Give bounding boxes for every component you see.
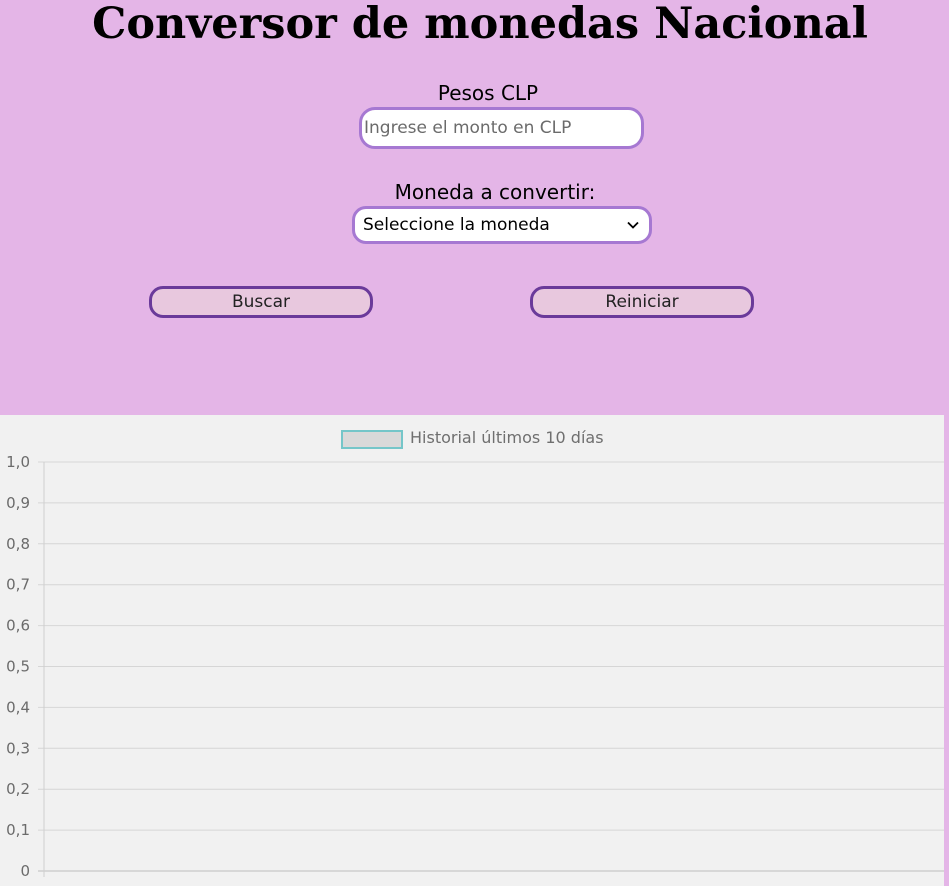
amount-input[interactable] xyxy=(359,107,644,149)
currency-select-value: Seleccione la moneda xyxy=(363,215,550,235)
reset-button[interactable]: Reiniciar xyxy=(530,286,754,318)
y-tick-label: 0,6 xyxy=(6,617,30,635)
search-button-label: Buscar xyxy=(231,292,291,312)
y-tick-label: 0,4 xyxy=(6,698,30,716)
y-tick-label: 1,0 xyxy=(6,453,30,471)
chevron-down-icon xyxy=(627,221,639,229)
y-tick-label: 0 xyxy=(20,862,30,880)
chart-canvas: 0 0,1 0,2 0,3 0,4 0,5 0,6 0,7 0,8 0,9 1,0 xyxy=(6,453,944,880)
y-tick-label: 0,2 xyxy=(6,780,30,798)
y-tick-label: 0,5 xyxy=(6,658,30,676)
currency-select[interactable]: Seleccione la moneda xyxy=(352,206,652,244)
history-chart: Historial últimos 10 días 0 0,1 0,2 0,3 0,4 0… xyxy=(0,415,944,886)
y-tick-label: 0,1 xyxy=(6,821,30,839)
page-title: Conversor de monedas Nacional xyxy=(92,0,868,49)
header-panel: Conversor de monedas Nacional Pesos CLP … xyxy=(0,0,949,415)
y-tick-label: 0,9 xyxy=(6,494,30,512)
reset-button-label: Reiniciar xyxy=(605,292,679,312)
search-button[interactable]: Buscar xyxy=(149,286,373,318)
amount-label: Pesos CLP xyxy=(437,81,539,105)
y-tick-label: 0,8 xyxy=(6,535,30,553)
y-tick-label: 0,3 xyxy=(6,739,30,757)
currency-label: Moneda a convertir: xyxy=(394,180,596,204)
y-tick-label: 0,7 xyxy=(6,576,30,594)
